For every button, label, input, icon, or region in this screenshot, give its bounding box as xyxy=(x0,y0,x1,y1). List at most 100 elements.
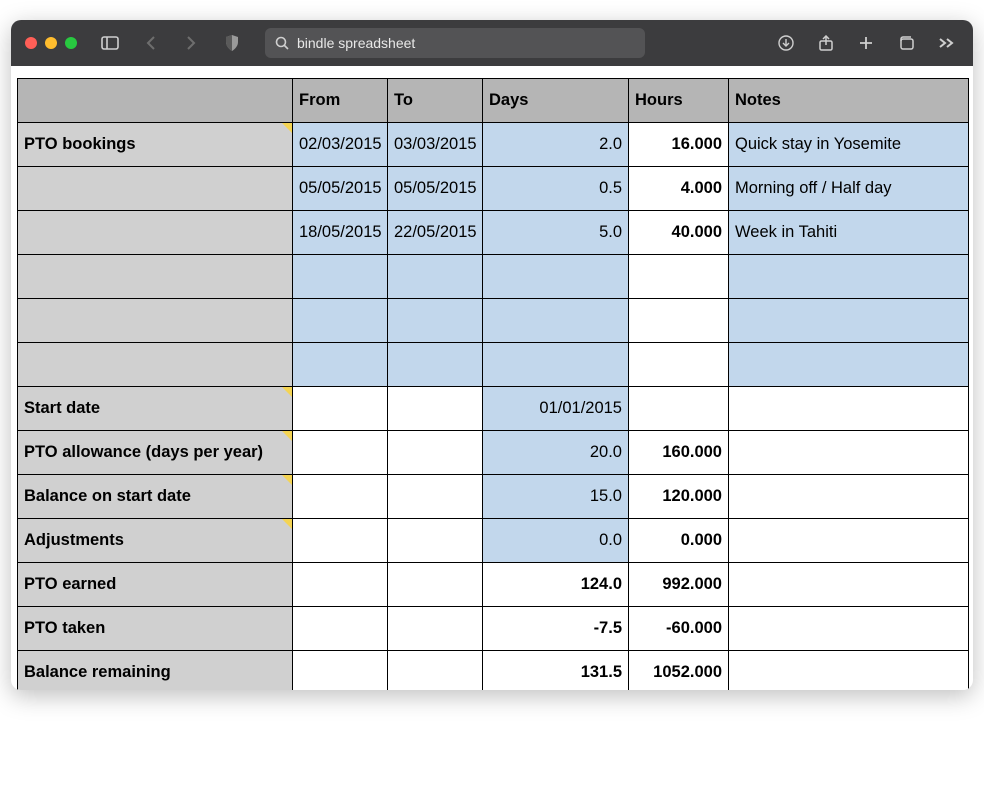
cell-days[interactable]: 5.0 xyxy=(483,211,629,255)
cell-from[interactable] xyxy=(293,299,388,343)
label-pto-earned[interactable]: PTO earned xyxy=(18,563,293,607)
cell-hours[interactable] xyxy=(629,387,729,431)
label-balance-remaining[interactable]: Balance remaining xyxy=(18,651,293,691)
cell-blank[interactable] xyxy=(18,167,293,211)
cell[interactable] xyxy=(388,563,483,607)
cell-hours[interactable] xyxy=(629,299,729,343)
cell-hours[interactable] xyxy=(629,255,729,299)
cell-blank[interactable] xyxy=(18,299,293,343)
cell-notes[interactable]: Morning off / Half day xyxy=(729,167,969,211)
pto-bookings-label[interactable]: PTO bookings xyxy=(18,123,293,167)
cell-days[interactable]: 0.5 xyxy=(483,167,629,211)
cell[interactable] xyxy=(729,519,969,563)
shield-privacy-icon[interactable] xyxy=(219,30,245,56)
cell[interactable] xyxy=(729,431,969,475)
cell[interactable] xyxy=(729,475,969,519)
header-notes[interactable]: Notes xyxy=(729,79,969,123)
cell-hours[interactable]: 16.000 xyxy=(629,123,729,167)
sidebar-toggle-icon[interactable] xyxy=(97,30,123,56)
cell-days[interactable]: 01/01/2015 xyxy=(483,387,629,431)
cell-hours[interactable]: 0.000 xyxy=(629,519,729,563)
header-to[interactable]: To xyxy=(388,79,483,123)
header-days[interactable]: Days xyxy=(483,79,629,123)
cell-days[interactable]: -7.5 xyxy=(483,607,629,651)
header-hours[interactable]: Hours xyxy=(629,79,729,123)
cell-to[interactable] xyxy=(388,343,483,387)
cell[interactable] xyxy=(729,387,969,431)
cell-days[interactable]: 0.0 xyxy=(483,519,629,563)
cell[interactable] xyxy=(388,607,483,651)
cell-notes[interactable]: Quick stay in Yosemite xyxy=(729,123,969,167)
cell-hours[interactable]: -60.000 xyxy=(629,607,729,651)
cell[interactable] xyxy=(729,607,969,651)
cell-blank[interactable] xyxy=(18,211,293,255)
spreadsheet-content[interactable]: From To Days Hours Notes PTO bookings 02… xyxy=(11,66,973,690)
cell-hours[interactable]: 40.000 xyxy=(629,211,729,255)
cell[interactable] xyxy=(729,563,969,607)
minimize-window-button[interactable] xyxy=(45,37,57,49)
cell[interactable] xyxy=(388,431,483,475)
cell-notes[interactable] xyxy=(729,343,969,387)
cell-hours[interactable]: 4.000 xyxy=(629,167,729,211)
cell-hours[interactable]: 160.000 xyxy=(629,431,729,475)
cell-to[interactable]: 22/05/2015 xyxy=(388,211,483,255)
cell-notes[interactable] xyxy=(729,299,969,343)
tabs-overview-icon[interactable] xyxy=(893,30,919,56)
cell-days[interactable]: 131.5 xyxy=(483,651,629,691)
label-adjustments[interactable]: Adjustments xyxy=(18,519,293,563)
cell[interactable] xyxy=(293,387,388,431)
cell[interactable] xyxy=(293,519,388,563)
cell-days[interactable]: 20.0 xyxy=(483,431,629,475)
cell-days[interactable]: 124.0 xyxy=(483,563,629,607)
cell-days[interactable] xyxy=(483,343,629,387)
cell-days[interactable]: 15.0 xyxy=(483,475,629,519)
cell-hours[interactable] xyxy=(629,343,729,387)
cell-blank[interactable] xyxy=(18,343,293,387)
cell[interactable] xyxy=(388,475,483,519)
cell-notes[interactable]: Week in Tahiti xyxy=(729,211,969,255)
label-pto-taken[interactable]: PTO taken xyxy=(18,607,293,651)
downloads-icon[interactable] xyxy=(773,30,799,56)
label-pto-allowance[interactable]: PTO allowance (days per year) xyxy=(18,431,293,475)
cell-days[interactable]: 2.0 xyxy=(483,123,629,167)
cell-from[interactable] xyxy=(293,343,388,387)
cell-blank[interactable] xyxy=(18,255,293,299)
cell-to[interactable] xyxy=(388,255,483,299)
overflow-icon[interactable] xyxy=(933,30,959,56)
cell[interactable] xyxy=(293,475,388,519)
cell-from[interactable]: 05/05/2015 xyxy=(293,167,388,211)
cell-from[interactable] xyxy=(293,255,388,299)
cell-notes[interactable] xyxy=(729,255,969,299)
close-window-button[interactable] xyxy=(25,37,37,49)
cell-hours[interactable]: 992.000 xyxy=(629,563,729,607)
cell[interactable] xyxy=(729,651,969,691)
cell-days[interactable] xyxy=(483,299,629,343)
share-icon[interactable] xyxy=(813,30,839,56)
cell[interactable] xyxy=(293,431,388,475)
cell-to[interactable]: 03/03/2015 xyxy=(388,123,483,167)
pto-spreadsheet[interactable]: From To Days Hours Notes PTO bookings 02… xyxy=(17,78,969,690)
cell[interactable] xyxy=(293,651,388,691)
cell[interactable] xyxy=(388,651,483,691)
cell[interactable] xyxy=(388,387,483,431)
label-start-date[interactable]: Start date xyxy=(18,387,293,431)
cell-days[interactable] xyxy=(483,255,629,299)
back-button[interactable] xyxy=(139,30,165,56)
cell-to[interactable]: 05/05/2015 xyxy=(388,167,483,211)
cell-from[interactable]: 02/03/2015 xyxy=(293,123,388,167)
cell[interactable] xyxy=(293,607,388,651)
address-search-field[interactable] xyxy=(265,28,645,58)
header-from[interactable]: From xyxy=(293,79,388,123)
zoom-window-button[interactable] xyxy=(65,37,77,49)
forward-button[interactable] xyxy=(177,30,203,56)
cell-to[interactable] xyxy=(388,299,483,343)
new-tab-icon[interactable] xyxy=(853,30,879,56)
cell-hours[interactable]: 1052.000 xyxy=(629,651,729,691)
cell[interactable] xyxy=(388,519,483,563)
label-balance-start[interactable]: Balance on start date xyxy=(18,475,293,519)
header-blank[interactable] xyxy=(18,79,293,123)
cell[interactable] xyxy=(293,563,388,607)
cell-from[interactable]: 18/05/2015 xyxy=(293,211,388,255)
cell-hours[interactable]: 120.000 xyxy=(629,475,729,519)
address-search-input[interactable] xyxy=(297,35,635,51)
